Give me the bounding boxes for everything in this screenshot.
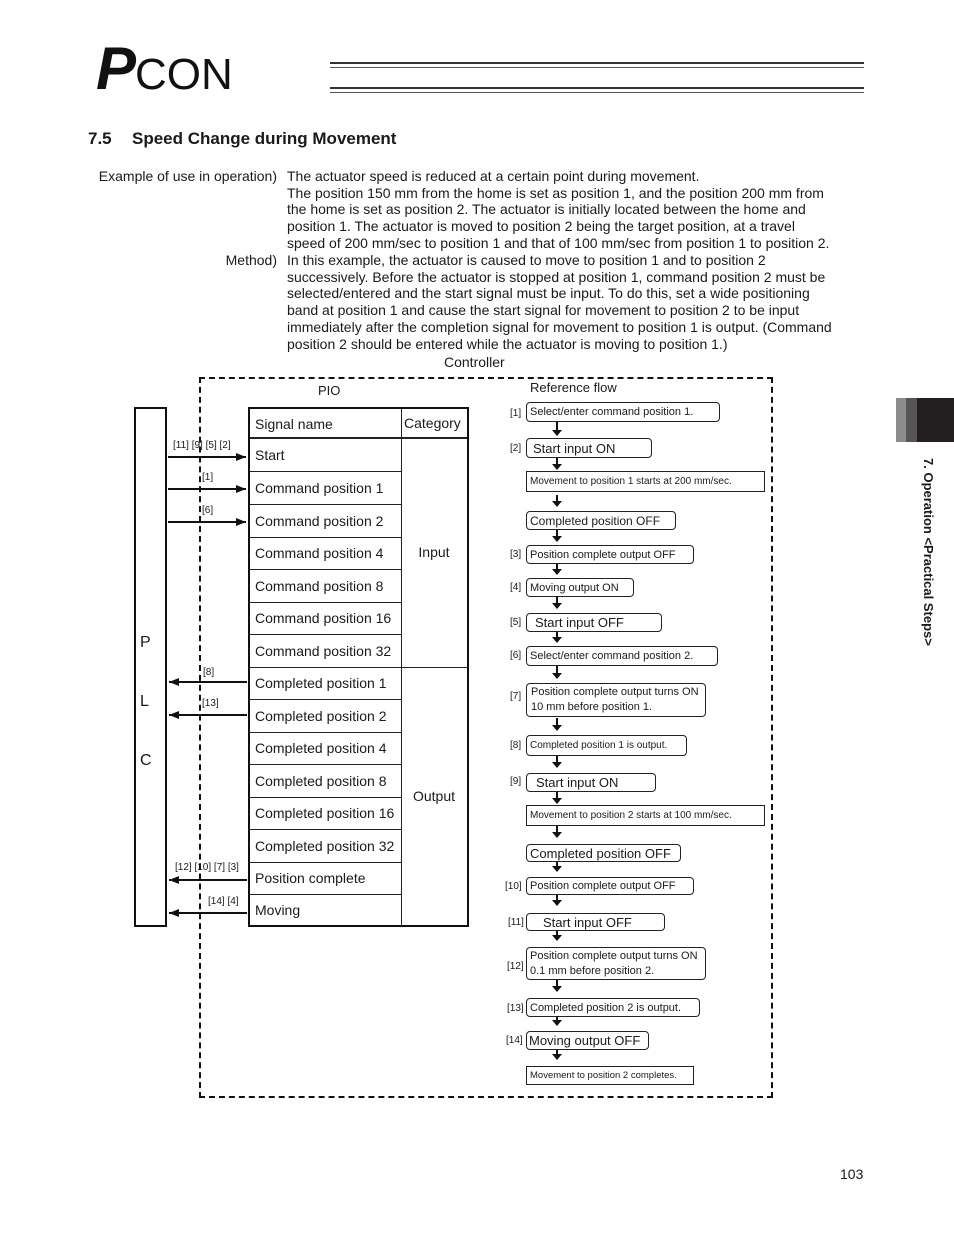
- flow-step-box: Moving output OFF: [526, 1031, 649, 1050]
- flow-step-box: Start input OFF: [526, 913, 665, 931]
- flow-step-box: Start input OFF: [526, 613, 662, 632]
- flow-step-box: Position complete output turns ON 10 mm …: [526, 683, 706, 717]
- flow-step-number: [3]: [510, 549, 522, 560]
- flow-step-number: [13]: [507, 1003, 524, 1014]
- flow-step-box: Select/enter command position 2.: [526, 646, 718, 666]
- flow-step-number: [7]: [510, 691, 522, 702]
- flow-arrow-icon: [552, 632, 562, 643]
- flow-arrow-icon: [552, 666, 562, 679]
- flow-arrow-icon: [552, 495, 562, 507]
- flow-step-number: [8]: [510, 740, 522, 751]
- flow-step-number: [1]: [510, 408, 522, 419]
- arrow-label-moving: [14] [4]: [208, 896, 239, 907]
- flow-step-box: Movement to position 1 starts at 200 mm/…: [526, 471, 765, 492]
- flow-step-number: [9]: [510, 776, 522, 787]
- flow-step-box: Moving output ON: [526, 578, 634, 597]
- flow-step-number: [10]: [505, 881, 522, 892]
- signal-arrows: [168, 422, 562, 1060]
- reference-flow-title: Reference flow: [530, 380, 617, 395]
- flow-step-box: Completed position OFF: [526, 511, 676, 530]
- flow-arrow-icon: [552, 530, 562, 542]
- flow-arrow-icon: [552, 895, 562, 906]
- flow-step-number: [6]: [510, 650, 522, 661]
- flow-arrow-icon: [552, 1050, 562, 1060]
- flow-step-box: Position complete output OFF: [526, 877, 694, 895]
- flow-step-box: Position complete output OFF: [526, 545, 694, 564]
- arrow-label-start: [11] [9] [5] [2]: [173, 440, 231, 451]
- flow-arrow-icon: [552, 931, 562, 941]
- flow-arrow-icon: [552, 718, 562, 731]
- flow-arrow-icon: [552, 422, 562, 436]
- flow-step-box: Start input ON: [526, 773, 656, 792]
- flow-step-box: Position complete output turns ON 0.1 mm…: [526, 947, 706, 980]
- flow-step-box: Completed position 2 is output.: [526, 998, 700, 1017]
- page-number: 103: [840, 1166, 864, 1182]
- flow-arrow-icon: [552, 458, 562, 470]
- flow-step-number: [11]: [508, 917, 524, 928]
- flow-step-number: [4]: [510, 582, 522, 593]
- flow-arrow-icon: [552, 862, 562, 872]
- flow-step-box: Completed position 1 is output.: [526, 735, 687, 756]
- flow-step-number: [14]: [506, 1035, 523, 1046]
- flow-arrow-icon: [552, 756, 562, 768]
- arrow-label-completed-position-2: [13]: [202, 698, 219, 709]
- flow-arrow-icon: [552, 792, 562, 804]
- arrow-label-command-position-1: [1]: [202, 472, 214, 483]
- flow-step-box: Start input ON: [526, 438, 652, 458]
- flow-arrow-icon: [552, 826, 562, 838]
- flow-arrow-icon: [552, 597, 562, 609]
- flow-step-number: [5]: [510, 617, 522, 628]
- flow-step-number: [12]: [507, 961, 524, 972]
- flow-step-number: [2]: [510, 443, 522, 454]
- flow-step-box: Completed position OFF: [526, 844, 681, 862]
- flow-step-box: Movement to position 2 completes.: [526, 1066, 694, 1085]
- flow-arrow-icon: [552, 980, 562, 992]
- arrow-label-completed-position-1: [8]: [203, 667, 215, 678]
- flow-arrow-icon: [552, 1017, 562, 1026]
- flow-step-box: Select/enter command position 1.: [526, 402, 720, 422]
- arrow-label-command-position-2: [6]: [202, 505, 214, 516]
- arrow-label-position-complete: [12] [10] [7] [3]: [175, 862, 239, 873]
- flow-step-box: Movement to position 2 starts at 100 mm/…: [526, 805, 765, 826]
- flow-arrow-icon: [552, 564, 562, 575]
